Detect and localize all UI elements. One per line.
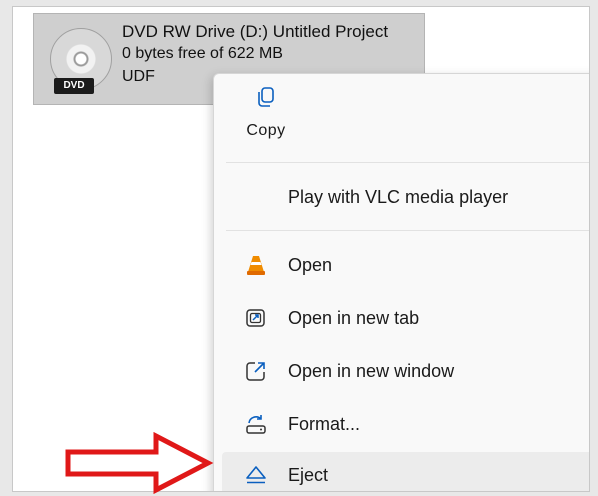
menu-item-open[interactable]: Open [222, 242, 589, 288]
menu-item-label: Eject [288, 464, 329, 485]
drive-filesystem: UDF [122, 68, 155, 85]
vlc-cone-icon [242, 251, 270, 279]
explorer-window: DVD DVD RW Drive (D:) Untitled Project 0… [12, 6, 590, 492]
menu-separator [226, 162, 589, 163]
menu-item-label: Open in new window [288, 360, 455, 381]
menu-item-open-new-window[interactable]: Open in new window [222, 348, 589, 394]
menu-item-open-new-tab[interactable]: Open in new tab [222, 295, 589, 341]
menu-item-format[interactable]: Format... [222, 401, 589, 447]
menu-item-eject[interactable]: Eject [222, 452, 589, 491]
menu-item-play-vlc[interactable]: Play with VLC media player [222, 174, 589, 220]
dvd-badge: DVD [54, 78, 94, 94]
copy-label: Copy [246, 122, 286, 139]
open-new-window-icon [242, 357, 270, 385]
open-new-tab-icon [242, 304, 270, 332]
copy-icon [258, 87, 274, 107]
menu-item-label: Play with VLC media player [288, 186, 509, 207]
format-drive-icon [242, 410, 270, 438]
context-menu: Copy Play with VLC media player Open Ope… [213, 73, 589, 491]
copy-button[interactable]: Copy [236, 86, 296, 150]
red-annotation-arrow-icon [65, 432, 214, 494]
eject-icon [242, 461, 270, 489]
menu-separator [226, 230, 589, 231]
drive-title: DVD RW Drive (D:) Untitled Project [122, 22, 389, 41]
menu-item-label: Open [288, 254, 333, 275]
drive-free-space: 0 bytes free of 622 MB [122, 45, 283, 62]
menu-item-label: Open in new tab [288, 307, 420, 328]
menu-item-label: Format... [288, 413, 361, 434]
